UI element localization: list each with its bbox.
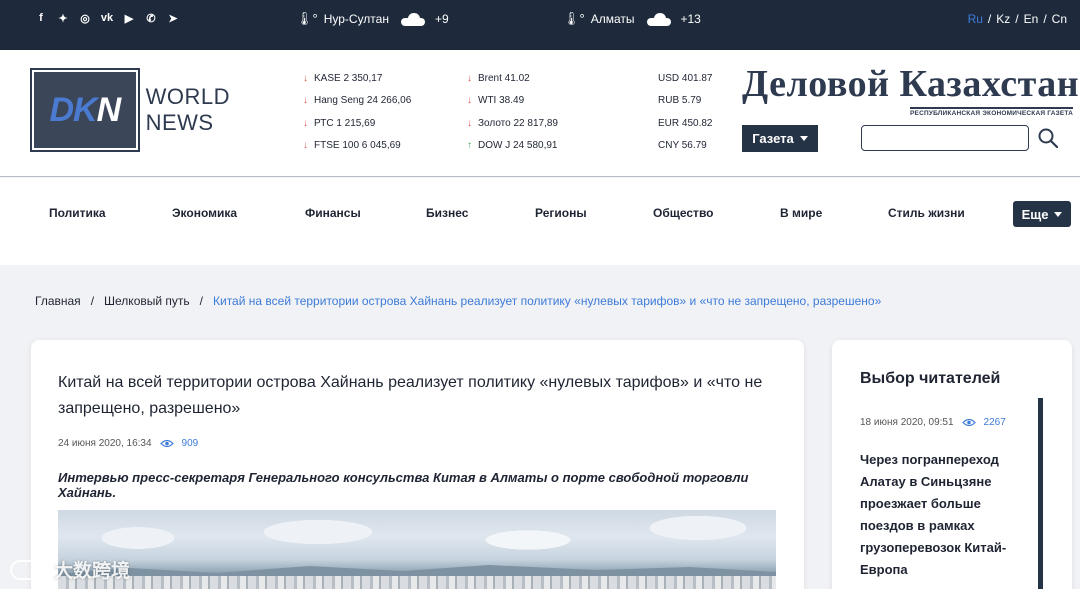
article-date: 24 июня 2020, 16:34 bbox=[58, 438, 152, 449]
breadcrumb-section[interactable]: Шелковый путь bbox=[104, 294, 190, 308]
quote-item: ↑ DOW J 24 580,91 bbox=[467, 139, 558, 151]
arrow-down-icon: ↓ bbox=[467, 73, 472, 84]
more-menu-button[interactable]: Еще bbox=[1013, 201, 1071, 227]
sidebar-views: 2267 bbox=[983, 417, 1006, 428]
breadcrumb-separator: / bbox=[199, 294, 203, 308]
facebook-icon[interactable]: f bbox=[34, 11, 48, 25]
quote-item: ↓ KASE 2 350,17 bbox=[303, 73, 383, 84]
telegram-icon[interactable]: ➤ bbox=[166, 11, 180, 25]
sidebar-meta: 18 июня 2020, 09:51 2267 bbox=[860, 417, 1006, 428]
currency-item: USD 401.87 bbox=[658, 73, 713, 84]
article-meta: 24 июня 2020, 16:34 909 bbox=[58, 438, 198, 449]
arrow-down-icon: ↓ bbox=[303, 73, 308, 84]
article-photo bbox=[58, 510, 776, 589]
lang-kz[interactable]: Kz bbox=[996, 12, 1010, 26]
instagram-icon[interactable]: ◎ bbox=[78, 11, 92, 25]
article-title: Китай на всей территории острова Хайнань… bbox=[58, 374, 763, 417]
arrow-down-icon: ↓ bbox=[467, 117, 472, 129]
currency-item: RUB 5.79 bbox=[658, 95, 702, 107]
watermark-logo-icon bbox=[10, 559, 50, 580]
search-icon[interactable] bbox=[1038, 128, 1058, 148]
lang-cn[interactable]: Cn bbox=[1052, 12, 1067, 26]
weather-temp: +13 bbox=[680, 12, 701, 26]
currency-rates: USD 401.87 RUB 5.79 EUR 450.82 CNY 56.79 bbox=[658, 72, 712, 161]
nav-item-finance[interactable]: Финансы bbox=[305, 206, 361, 220]
twitter-icon[interactable]: ✦ bbox=[56, 11, 70, 25]
weather-city: Алматы bbox=[590, 12, 635, 26]
cloud-icon bbox=[400, 13, 425, 26]
whatsapp-icon[interactable]: ✆ bbox=[144, 11, 158, 25]
market-quotes-col1: ↓ KASE 2 350,17 ↓ Hang Seng 24 266,06 ↓ РТС… bbox=[303, 72, 411, 161]
weather-city: Нур-Султан bbox=[323, 12, 389, 26]
arrow-down-icon: ↓ bbox=[303, 95, 308, 107]
market-quotes-col2: ↓ Brent 41.02 ↓ WTI 38.49 ↓ Золото 22 817,8… bbox=[467, 72, 558, 161]
thermometer-icon: 🌡︎° bbox=[296, 11, 318, 26]
masthead-title: Деловой Казахстан bbox=[742, 63, 1080, 105]
masthead-subtitle: РЕСПУБЛИКАНСКАЯ ЭКОНОМИЧЕСКАЯ ГАЗЕТА bbox=[910, 107, 1074, 117]
caret-down-icon bbox=[1054, 211, 1063, 217]
arrow-down-icon: ↓ bbox=[303, 139, 308, 151]
top-bar: f ✦ ◎ vk ▶ ✆ ➤ 🌡︎° Нур-Султан +9 🌡︎° Алм… bbox=[0, 0, 1080, 50]
nav-item-business[interactable]: Бизнес bbox=[426, 206, 468, 220]
youtube-icon[interactable]: ▶ bbox=[122, 11, 136, 25]
weather-almaty: 🌡︎° Алматы +13 bbox=[563, 11, 701, 27]
sidebar-headline-link[interactable]: Через погранпереход Алатау в Синьцзяне п… bbox=[860, 449, 1025, 581]
main-nav: Политика Экономика Финансы Бизнес Регион… bbox=[0, 178, 1080, 265]
weather-nur-sultan: 🌡︎° Нур-Султан +9 bbox=[296, 11, 449, 27]
cloud-icon bbox=[646, 13, 671, 26]
eye-icon bbox=[159, 439, 174, 448]
nav-item-lifestyle[interactable]: Стиль жизни bbox=[888, 206, 965, 220]
readers-choice-panel: Выбор читателей 18 июня 2020, 09:51 2267… bbox=[832, 340, 1072, 589]
quote-item: ↓ Brent 41.02 bbox=[467, 73, 530, 84]
masthead-logo[interactable]: Деловой Казахстан РЕСПУБЛИКАНСКАЯ ЭКОНОМ… bbox=[742, 63, 1080, 117]
newspaper-dropdown-button[interactable]: Газета bbox=[742, 125, 818, 152]
weather-temp: +9 bbox=[434, 12, 449, 26]
watermark: 大数跨境 bbox=[10, 556, 130, 583]
breadcrumb-current[interactable]: Китай на всей территории острова Хайнань… bbox=[213, 294, 881, 308]
breadcrumb-separator: / bbox=[90, 294, 95, 308]
nav-item-regions[interactable]: Регионы bbox=[535, 206, 587, 220]
arrow-up-icon: ↑ bbox=[467, 139, 472, 151]
nav-item-society[interactable]: Общество bbox=[653, 206, 714, 220]
nav-item-world[interactable]: В мире bbox=[780, 206, 822, 220]
nav-item-economy[interactable]: Экономика bbox=[172, 206, 237, 220]
site-header: DK N WORLD NEWS ↓ KASE 2 350,17 ↓ Hang Seng… bbox=[0, 50, 1080, 177]
eye-icon bbox=[961, 418, 976, 427]
sidebar-accent-bar bbox=[1038, 398, 1043, 589]
breadcrumb-home[interactable]: Главная bbox=[35, 294, 81, 308]
lang-ru[interactable]: Ru bbox=[968, 12, 983, 26]
currency-item: EUR 450.82 bbox=[658, 117, 713, 129]
article-lead: Интервью пресс-секретаря Генерального ко… bbox=[58, 470, 749, 500]
currency-item: CNY 56.79 bbox=[658, 139, 707, 151]
search-input[interactable] bbox=[861, 125, 1029, 151]
quote-item: ↓ РТС 1 215,69 bbox=[303, 117, 376, 129]
social-links: f ✦ ◎ vk ▶ ✆ ➤ bbox=[34, 11, 180, 25]
sidebar-date: 18 июня 2020, 09:51 bbox=[860, 417, 954, 428]
logo-text: WORLD NEWS bbox=[145, 84, 230, 135]
article-views: 909 bbox=[181, 438, 199, 449]
arrow-down-icon: ↓ bbox=[303, 117, 308, 129]
thermometer-icon: 🌡︎° bbox=[563, 11, 585, 26]
nav-item-politics[interactable]: Политика bbox=[49, 206, 106, 220]
vk-icon[interactable]: vk bbox=[100, 11, 114, 25]
arrow-down-icon: ↓ bbox=[467, 95, 472, 107]
quote-item: ↓ Hang Seng 24 266,06 bbox=[303, 95, 412, 107]
caret-down-icon bbox=[799, 136, 808, 141]
breadcrumb: Главная / Шелковый путь / Китай на всей … bbox=[35, 294, 881, 308]
lang-en[interactable]: En bbox=[1024, 12, 1039, 26]
article-card: Китай на всей территории острова Хайнань… bbox=[31, 340, 804, 589]
dkn-logo[interactable]: DK N WORLD NEWS bbox=[30, 68, 230, 152]
quote-item: ↓ WTI 38.49 bbox=[467, 95, 525, 107]
language-switcher: Ru / Kz / En / Cn bbox=[967, 12, 1067, 26]
sidebar-title: Выбор читателей bbox=[860, 370, 1001, 387]
quote-item: ↓ Золото 22 817,89 bbox=[467, 117, 558, 129]
quote-item: ↓ FTSE 100 6 045,69 bbox=[303, 139, 401, 151]
